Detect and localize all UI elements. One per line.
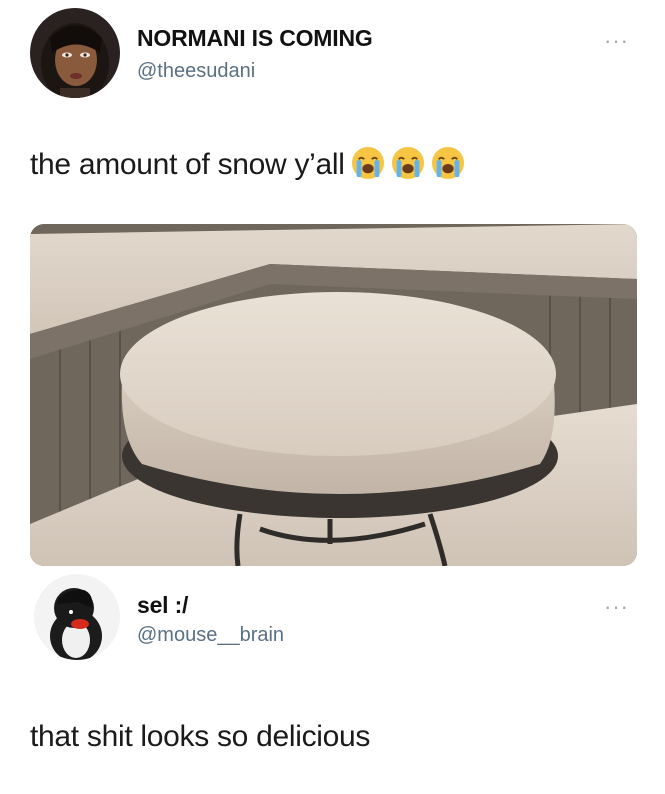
display-name[interactable]: NORMANI IS COMING	[137, 25, 373, 52]
loudly-crying-face-icon	[431, 146, 464, 180]
more-options-button[interactable]: ···	[604, 596, 629, 618]
more-options-button[interactable]: ···	[604, 30, 629, 52]
user-handle[interactable]: @mouse__brain	[137, 624, 284, 647]
tweet-original: NORMANI IS COMING @theesudani ··· the am…	[0, 0, 665, 570]
loudly-crying-face-icon	[391, 146, 424, 180]
loudly-crying-face-icon	[351, 146, 384, 180]
snow-table-image	[30, 224, 637, 566]
tweet-reply: sel :/ @mouse__brain ··· that shit looks…	[0, 570, 665, 794]
display-name[interactable]: sel :/	[137, 592, 188, 619]
user-handle[interactable]: @theesudani	[137, 60, 255, 83]
avatar[interactable]	[34, 574, 120, 660]
tweet-text: that shit looks so delicious	[30, 720, 371, 753]
avatar[interactable]	[30, 8, 120, 98]
tweet-text-content: the amount of snow y’all	[30, 148, 345, 181]
tweet-photo[interactable]	[30, 224, 637, 566]
tweet-text: the amount of snow y’all	[30, 146, 465, 182]
